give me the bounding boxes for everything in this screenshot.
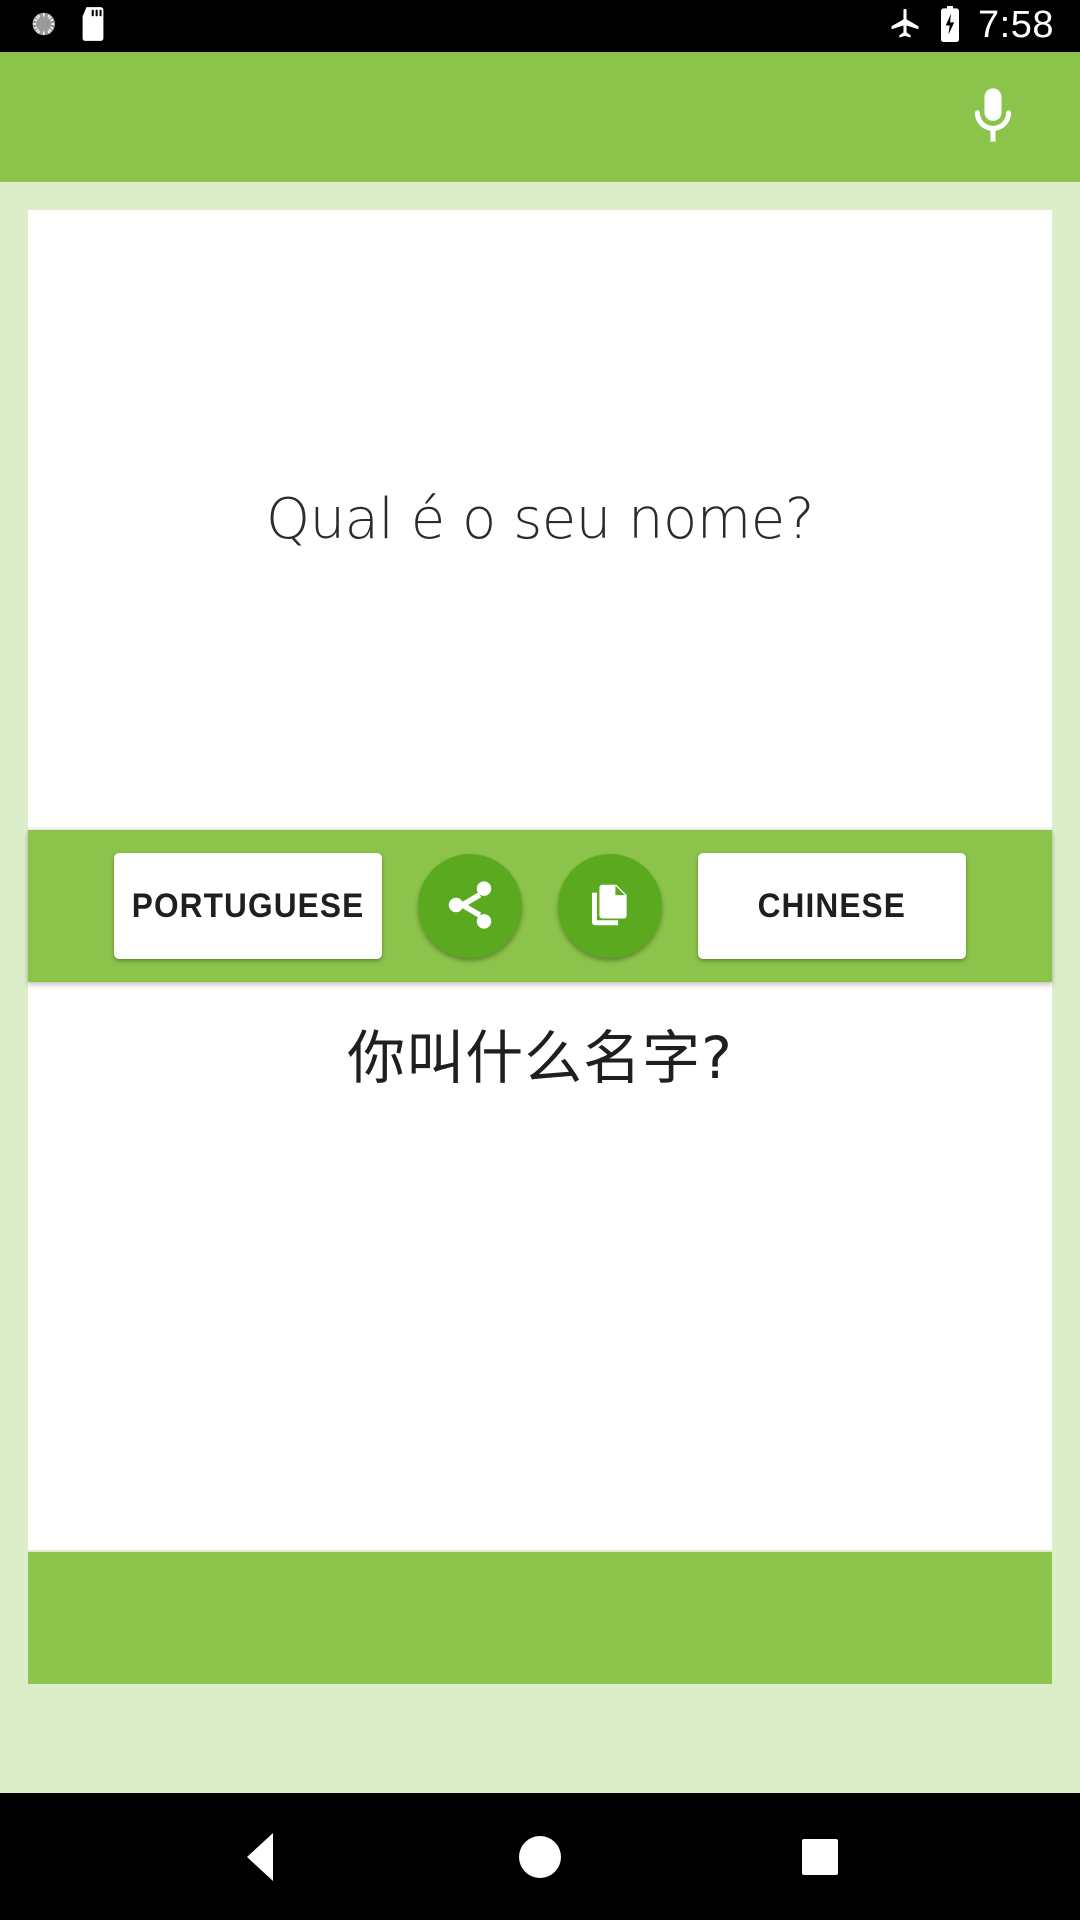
status-bar-left-icons xyxy=(30,6,106,46)
screenshot-icon xyxy=(30,9,60,44)
microphone-button[interactable] xyxy=(954,78,1032,156)
target-language-button[interactable]: CHINESE xyxy=(698,853,966,959)
home-circle-icon xyxy=(519,1835,561,1878)
source-language-button[interactable]: PORTUGUESE xyxy=(114,853,382,959)
status-bar-right-icons: 7:58 xyxy=(888,4,1054,47)
translation-content: Qual é o seu nome? PORTUGUESE CHINESE 你叫… xyxy=(0,182,1080,1793)
share-button[interactable] xyxy=(418,854,522,958)
source-text: Qual é o seu nome? xyxy=(266,487,814,553)
recents-square-icon xyxy=(802,1838,838,1875)
source-text-card[interactable]: Qual é o seu nome? xyxy=(28,210,1052,830)
nav-back-button[interactable] xyxy=(200,1812,320,1902)
back-triangle-icon xyxy=(247,1832,273,1881)
app-bar xyxy=(0,52,1080,182)
microphone-icon xyxy=(961,83,1025,152)
copy-icon xyxy=(583,878,637,935)
target-language-label: CHINESE xyxy=(757,886,907,925)
status-bar-clock: 7:58 xyxy=(978,4,1054,46)
nav-home-button[interactable] xyxy=(480,1812,600,1902)
content-bottom-spacer xyxy=(28,1684,1052,1793)
app-screen: 7:58 Qual é o seu nome? PORTUGUESE CHINE… xyxy=(0,0,1080,1920)
target-text-card[interactable]: 你叫什么名字? xyxy=(28,982,1052,1550)
source-language-label: PORTUGUESE xyxy=(131,886,365,925)
copy-button[interactable] xyxy=(558,854,662,958)
battery-charging-icon xyxy=(939,5,961,47)
footer-green-bar xyxy=(28,1552,1052,1684)
share-icon xyxy=(442,877,498,936)
action-bar: PORTUGUESE CHINESE xyxy=(28,830,1052,982)
android-navigation-bar xyxy=(0,1793,1080,1920)
nav-recents-button[interactable] xyxy=(760,1812,880,1902)
status-bar: 7:58 xyxy=(0,0,1080,52)
target-text: 你叫什么名字? xyxy=(347,1024,733,1092)
sd-card-icon xyxy=(80,6,106,46)
airplane-mode-icon xyxy=(888,7,922,46)
